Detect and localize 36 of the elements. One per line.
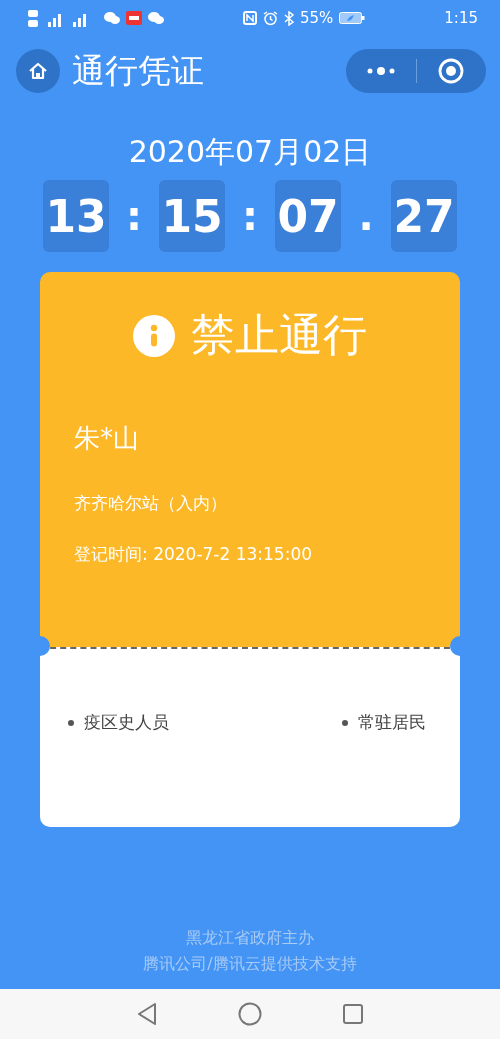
home-icon[interactable] (238, 1002, 262, 1026)
time-separator: : (125, 193, 143, 239)
chat-icon (148, 11, 164, 25)
station-text: 齐齐哈尔站（入内） (74, 492, 228, 515)
page-title: 通行凭证 (72, 49, 205, 92)
info-icon (133, 314, 175, 357)
footer-text: 黑龙江省政府主办 (185, 927, 315, 949)
target-icon (438, 58, 465, 84)
tag-text: 常驻居民 (358, 711, 426, 734)
time-digits: 15 (159, 180, 225, 252)
home-icon (27, 60, 49, 82)
pass-status: 禁止通行 (191, 308, 367, 362)
chat-icon (104, 11, 120, 25)
recents-icon[interactable] (342, 1003, 364, 1025)
time-separator: . (357, 193, 375, 239)
more-icon (365, 67, 396, 75)
time-digits: 13 (43, 180, 109, 252)
status-time: 1:15 (444, 9, 478, 27)
tag-text: 疫区史人员 (84, 711, 169, 734)
app-icon (126, 11, 142, 25)
footer-text: 腾讯公司/腾讯云提供技术支持 (142, 953, 358, 975)
time-separator: : (241, 193, 259, 239)
date-text: 2020年07月02日 (127, 133, 373, 171)
nfc-icon (243, 11, 257, 25)
home-button[interactable] (16, 49, 60, 93)
bluetooth-icon (284, 10, 294, 26)
back-icon[interactable] (136, 1002, 158, 1026)
time-digits: 27 (391, 180, 457, 252)
person-name: 朱*山 (74, 422, 140, 455)
bullet-dot (68, 719, 74, 726)
bullet-dot (342, 719, 348, 726)
alarm-icon (263, 10, 278, 26)
registration-time: 登记时间: 2020-7-2 13:15:00 (74, 543, 314, 566)
battery-icon (339, 11, 366, 25)
battery-percentage: 55% (300, 9, 334, 27)
time-digits: 07 (275, 180, 341, 252)
